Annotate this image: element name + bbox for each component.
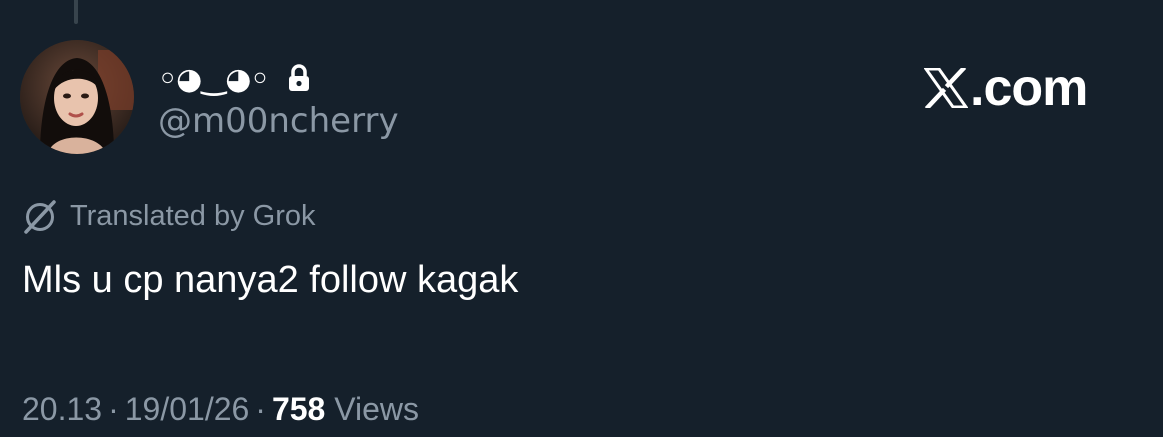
brand-logo: .com [923,59,1088,117]
display-name[interactable]: ◦◕‿◕◦ [158,65,270,95]
x-logo-icon [923,65,969,111]
meta-separator: · [108,391,119,427]
tweet-time[interactable]: 20.13 [22,391,102,427]
translation-label: Translated by Grok [70,199,316,232]
avatar-image [20,40,134,154]
views-count[interactable]: 758 [272,391,325,427]
tweet-header: ◦◕‿◕◦ @m00ncherry [20,38,399,156]
translation-notice[interactable]: Translated by Grok [22,196,316,236]
tweet-meta: 20.13 · 19/01/26 · 758 Views [22,391,420,427]
avatar[interactable] [20,40,134,154]
lock-icon [287,64,311,92]
brand-domain-text: .com [970,59,1088,117]
author-info: ◦◕‿◕◦ @m00ncherry [158,40,399,154]
tweet-date[interactable]: 19/01/26 [125,391,250,427]
thread-connector-line [74,0,78,24]
meta-separator: · [255,391,266,427]
author-handle[interactable]: @m00ncherry [158,104,399,138]
grok-icon [22,198,58,234]
tweet-text: Mls u cp nanya2 follow kagak [22,259,519,301]
views-label: Views [334,391,420,427]
display-name-row: ◦◕‿◕◦ [158,56,399,100]
